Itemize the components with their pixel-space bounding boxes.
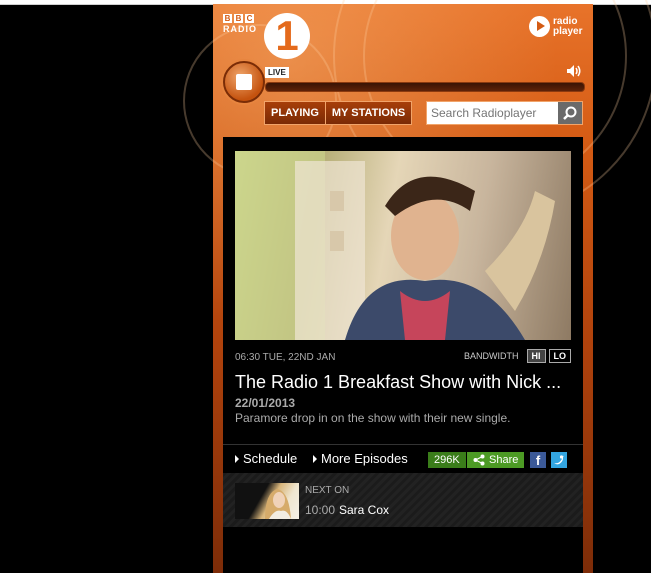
- share-label: Share: [489, 454, 519, 466]
- main-nav: PLAYING MY STATIONS: [264, 101, 413, 125]
- radioplayer-play-icon: [529, 16, 550, 37]
- radioplayer-logo[interactable]: radio player: [529, 16, 582, 37]
- radio-word: RADIO: [223, 24, 257, 34]
- bbc-letter: C: [245, 14, 254, 23]
- bandwidth-hi-button[interactable]: HI: [526, 349, 546, 363]
- broadcast-time: 06:30 TUE, 22ND JAN: [235, 352, 336, 363]
- radio1-logo: 1: [264, 13, 310, 59]
- show-title[interactable]: The Radio 1 Breakfast Show with Nick ...: [235, 372, 575, 393]
- stop-button[interactable]: [223, 61, 265, 103]
- progress-bar[interactable]: [265, 82, 585, 92]
- facebook-icon[interactable]: f: [530, 452, 546, 468]
- stop-icon: [236, 74, 252, 90]
- bandwidth-selector: BANDWIDTH HI LO: [464, 349, 571, 363]
- bandwidth-label: BANDWIDTH: [464, 351, 519, 361]
- more-episodes-label: More Episodes: [321, 451, 408, 466]
- schedule-link[interactable]: Schedule: [235, 451, 297, 466]
- bbc-letter: B: [223, 14, 232, 23]
- live-badge: LIVE: [265, 67, 289, 78]
- presenter-photo: [235, 151, 555, 340]
- radioplayer-word-player: player: [553, 25, 583, 37]
- next-presenter-photo: [265, 489, 291, 519]
- radioplayer-wordmark: radio player: [553, 15, 583, 37]
- share-icon: [473, 454, 485, 466]
- tab-my-stations[interactable]: MY STATIONS: [325, 102, 412, 124]
- bbc-radio-logo: B B C RADIO: [223, 14, 257, 34]
- player-header: B B C RADIO 1 radio player LIVE PLAYING: [183, 0, 651, 573]
- next-on-time: 10:00: [305, 503, 336, 517]
- bandwidth-lo-button[interactable]: LO: [548, 349, 571, 363]
- next-presenter-thumbnail: [235, 483, 299, 519]
- radioplayer-window: B B C RADIO 1 radio player LIVE PLAYING: [183, 0, 651, 573]
- search-box: [426, 101, 583, 125]
- episode-links: Schedule More Episodes 296K Share f: [223, 445, 583, 473]
- show-date: 22/01/2013: [235, 396, 296, 410]
- schedule-label: Schedule: [243, 451, 298, 466]
- bbc-letter: B: [234, 14, 243, 23]
- show-description: Paramore drop in on the show with their …: [235, 411, 511, 425]
- share-button[interactable]: Share: [467, 452, 525, 468]
- show-image: [235, 151, 571, 340]
- speaker-icon[interactable]: [566, 63, 582, 79]
- radioplayer-word-radio: radio: [553, 15, 578, 27]
- triangle-right-icon: [313, 454, 317, 463]
- share-count: 296K: [428, 452, 466, 468]
- next-on-label: NEXT ON: [305, 485, 350, 496]
- magnifier-icon: [563, 106, 577, 120]
- more-episodes-link[interactable]: More Episodes: [313, 451, 408, 466]
- next-on-panel[interactable]: NEXT ON 10:00 Sara Cox: [223, 473, 583, 527]
- next-on-presenter: Sara Cox: [339, 503, 390, 517]
- search-button[interactable]: [558, 102, 582, 124]
- tab-playing[interactable]: PLAYING: [265, 102, 326, 124]
- triangle-right-icon: [235, 454, 239, 463]
- twitter-icon[interactable]: [551, 452, 567, 468]
- search-input[interactable]: [427, 102, 558, 124]
- episode-meta: 06:30 TUE, 22ND JAN BANDWIDTH HI LO: [235, 349, 571, 365]
- now-playing-panel: 06:30 TUE, 22ND JAN BANDWIDTH HI LO The …: [223, 137, 583, 573]
